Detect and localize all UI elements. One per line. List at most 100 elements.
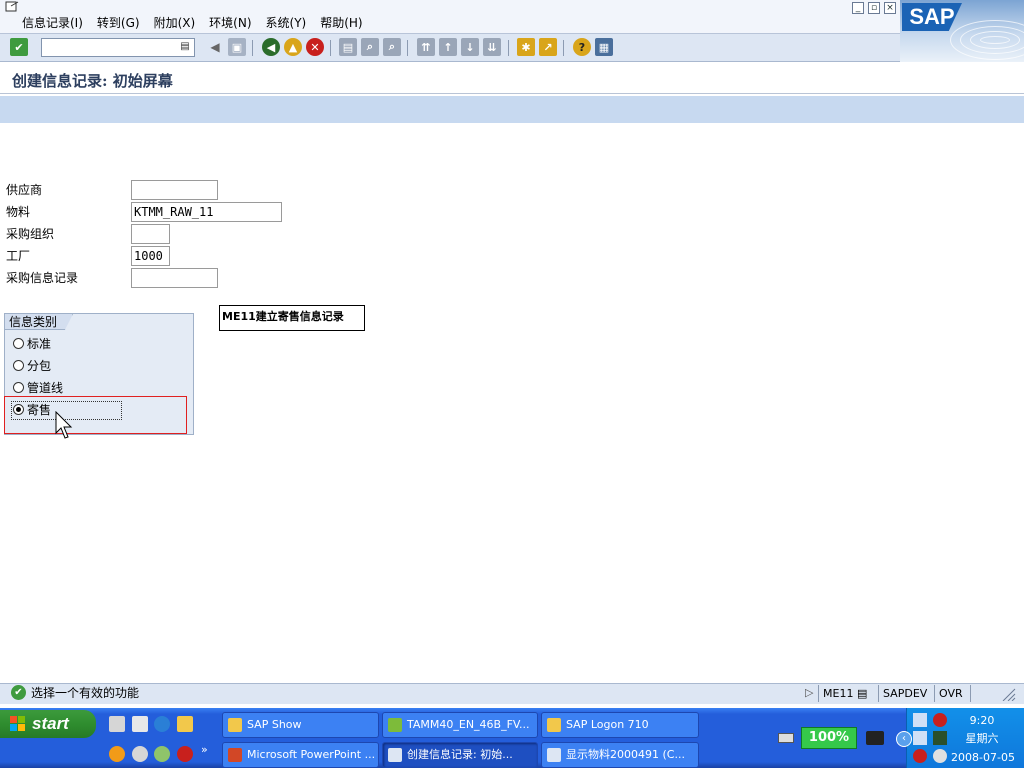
task-label: TAMM40_EN_46B_FV... — [407, 718, 530, 731]
plant-input[interactable]: 1000 — [131, 246, 170, 266]
menu-item-info-record[interactable]: 信息记录(I) — [22, 15, 83, 31]
cancel-icon[interactable]: ✕ — [306, 38, 324, 56]
enter-icon[interactable]: ✔ — [10, 38, 28, 56]
minimize-icon[interactable]: _ — [852, 2, 864, 14]
task-create-info-record[interactable]: 创建信息记录: 初始... — [382, 742, 538, 768]
page-title: 创建信息记录: 初始屏幕 — [12, 72, 173, 90]
exit-icon[interactable]: ▲ — [284, 38, 302, 56]
help-icon[interactable]: ? — [573, 38, 591, 56]
purch-org-input[interactable] — [131, 224, 170, 244]
status-mode[interactable]: OVR — [934, 685, 970, 702]
task-sap-logon[interactable]: SAP Logon 710 — [541, 712, 699, 738]
resize-grip-icon[interactable] — [998, 686, 1016, 702]
status-expand-icon[interactable]: ▷ — [805, 686, 813, 699]
transaction-list-icon[interactable]: ▤ — [857, 687, 867, 700]
radio-subcontracting-label[interactable]: 分包 — [27, 359, 51, 373]
purch-org-label: 采购组织 — [6, 227, 55, 241]
quick-launch-more-icon[interactable]: » — [201, 743, 208, 756]
powerpoint-icon — [228, 748, 242, 762]
menu-item-environment[interactable]: 环境(N) — [209, 15, 251, 31]
menu-item-system[interactable]: 系统(Y) — [266, 15, 307, 31]
task-label: 创建信息记录: 初始... — [407, 748, 513, 761]
clock-weekday: 星期六 — [965, 732, 999, 745]
sap-logo-area: SAP — [900, 0, 1024, 62]
task-label: 显示物料2000491 (C... — [566, 748, 685, 761]
menu-item-extras[interactable]: 附加(X) — [154, 15, 196, 31]
back-icon[interactable]: ◀ — [262, 38, 280, 56]
internet-explorer-icon[interactable] — [154, 716, 170, 732]
layout-icon[interactable]: ▦ — [595, 38, 613, 56]
last-page-icon[interactable]: ⇊ — [483, 38, 501, 56]
close-icon[interactable]: × — [884, 2, 896, 14]
mouse-cursor-icon — [55, 411, 73, 439]
tray-icon-6[interactable] — [933, 749, 947, 763]
radio-pipeline-label[interactable]: 管道线 — [27, 381, 63, 395]
radio-pipeline[interactable] — [13, 382, 24, 393]
command-history-icon[interactable]: ▤ — [178, 40, 192, 54]
tray-collapse-icon[interactable]: ‹ — [896, 731, 912, 747]
restore-icon[interactable]: ▫ — [868, 2, 880, 14]
task-sap-show[interactable]: SAP Show — [222, 712, 379, 738]
status-transaction: ME11 ▤ — [818, 685, 878, 702]
document-icon — [388, 718, 402, 732]
status-empty-cell — [970, 685, 996, 702]
status-system: SAPDEV — [878, 685, 934, 702]
sap-window-icon — [388, 748, 402, 762]
annotation-note: ME11建立寄售信息记录 — [219, 305, 365, 331]
quick-launch-icon-8[interactable] — [177, 746, 193, 762]
material-input[interactable]: KTMM_RAW_11 — [131, 202, 282, 222]
consignment-highlight — [4, 396, 187, 434]
radio-standard-label[interactable]: 标准 — [27, 337, 51, 351]
sap-window-icon — [547, 748, 561, 762]
vendor-label: 供应商 — [6, 183, 43, 197]
collapse-icon[interactable]: ◀ — [206, 38, 224, 56]
info-record-input[interactable] — [131, 268, 218, 288]
quick-launch-icon-6[interactable] — [132, 746, 148, 762]
quick-launch-icon-2[interactable] — [132, 716, 148, 732]
task-tamm40[interactable]: TAMM40_EN_46B_FV... — [382, 712, 538, 738]
application-toolbar — [0, 96, 1024, 123]
shortcut-icon[interactable]: ↗ — [539, 38, 557, 56]
clock-time[interactable]: 9:20 — [960, 714, 1004, 727]
folder-icon — [228, 718, 242, 732]
status-message: 选择一个有效的功能 — [31, 686, 140, 700]
find-next-icon[interactable]: ⌕ — [383, 38, 401, 56]
new-session-icon[interactable]: ✱ — [517, 38, 535, 56]
power-plug-icon[interactable] — [866, 731, 884, 745]
task-display-material[interactable]: 显示物料2000491 (C... — [541, 742, 699, 768]
radio-subcontracting[interactable] — [13, 360, 24, 371]
quick-launch-icon-7[interactable] — [154, 746, 170, 762]
next-page-icon[interactable]: ↓ — [461, 38, 479, 56]
task-label: SAP Logon 710 — [566, 718, 649, 731]
task-powerpoint[interactable]: Microsoft PowerPoint ... — [222, 742, 379, 768]
find-icon[interactable]: ⌕ — [361, 38, 379, 56]
command-field[interactable] — [41, 38, 195, 57]
vendor-input[interactable] — [131, 180, 218, 200]
tray-icon-4[interactable] — [933, 731, 947, 745]
task-label: Microsoft PowerPoint ... — [247, 748, 376, 761]
status-ok-icon: ✔ — [11, 685, 26, 700]
print-icon[interactable]: ▤ — [339, 38, 357, 56]
clock-date: 2008-07-05 — [951, 751, 1015, 764]
quick-launch-icon-5[interactable] — [109, 746, 125, 762]
save-icon[interactable]: ▣ — [228, 38, 246, 56]
tray-icon-2[interactable] — [933, 713, 947, 727]
menu-item-help[interactable]: 帮助(H) — [320, 15, 362, 31]
radio-standard[interactable] — [13, 338, 24, 349]
windows-flag-icon — [10, 716, 26, 732]
system-menu-icon[interactable] — [5, 1, 21, 13]
first-page-icon[interactable]: ⇈ — [417, 38, 435, 56]
prev-page-icon[interactable]: ↑ — [439, 38, 457, 56]
battery-indicator[interactable]: 100% — [801, 727, 857, 749]
security-icon[interactable] — [913, 749, 927, 763]
keyboard-icon[interactable] — [778, 733, 794, 743]
menu-item-goto[interactable]: 转到(G) — [97, 15, 140, 31]
info-category-title: 信息类别 — [5, 314, 73, 330]
network-icon[interactable] — [913, 713, 927, 727]
tray-icon-3[interactable] — [913, 731, 927, 745]
task-label: SAP Show — [247, 718, 302, 731]
quick-launch-icon-1[interactable] — [109, 716, 125, 732]
sap-logon-icon — [547, 718, 561, 732]
folder-icon[interactable] — [177, 716, 193, 732]
info-record-label: 采购信息记录 — [6, 271, 79, 285]
